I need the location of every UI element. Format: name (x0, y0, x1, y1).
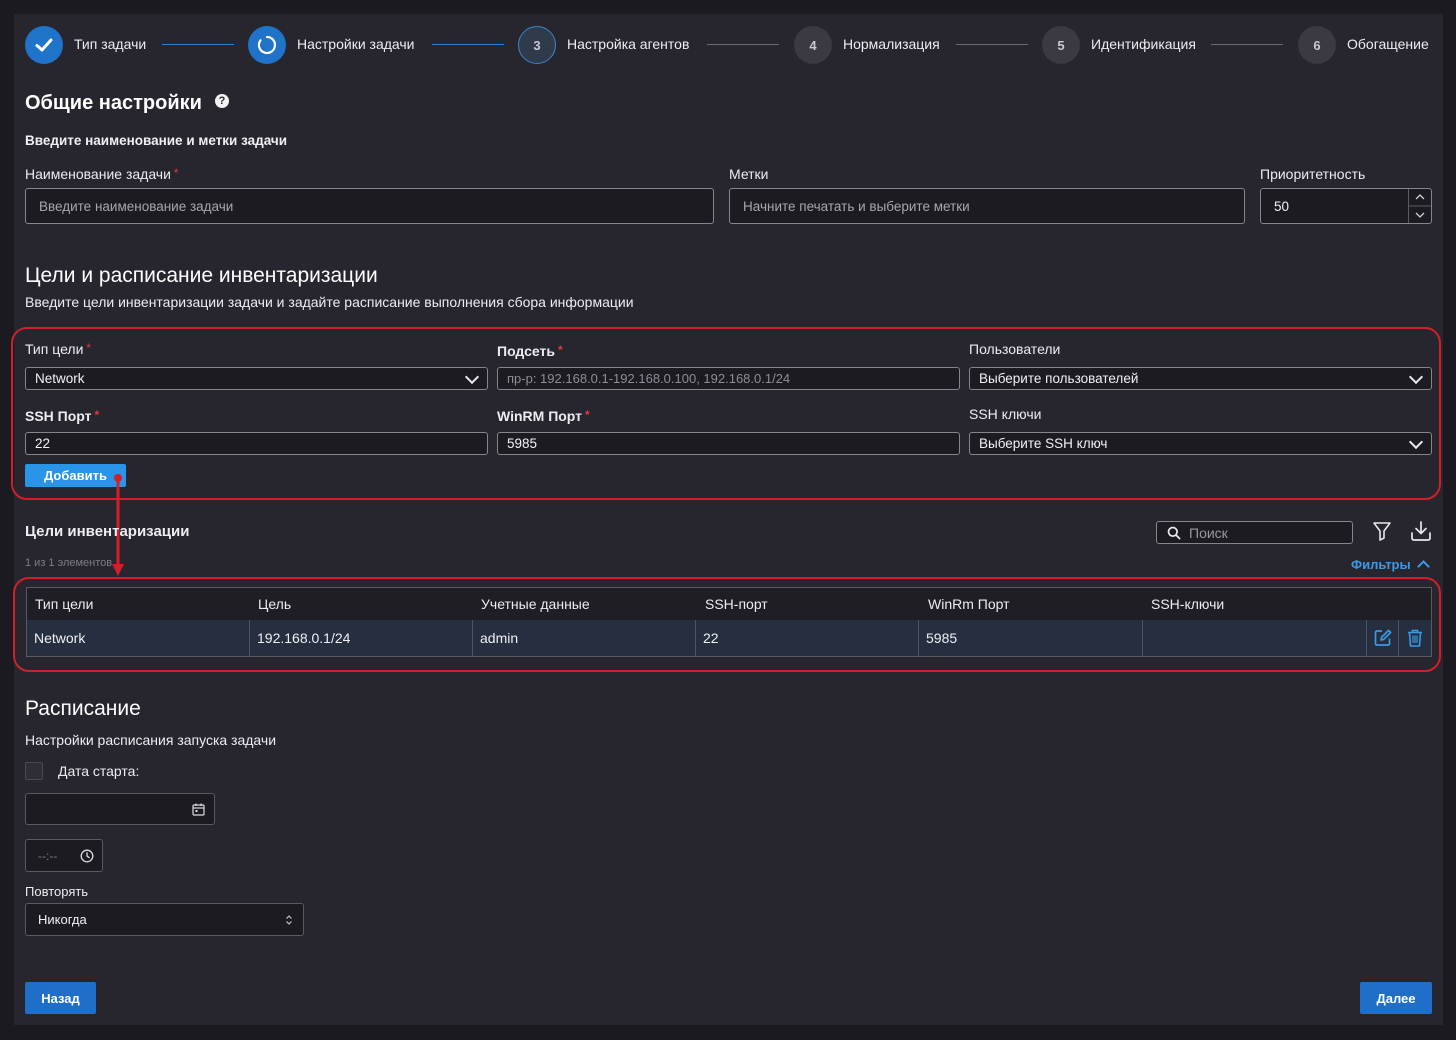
items-count: 1 из 1 элементов (25, 557, 113, 569)
priority-label: Приоритетность (1260, 166, 1366, 182)
step-4-label[interactable]: Нормализация (843, 36, 940, 52)
table-cell: admin (473, 620, 696, 656)
column-header[interactable]: Цель (258, 596, 291, 612)
step-2-spinner-icon[interactable] (248, 26, 286, 64)
spin-arrows-icon[interactable] (1409, 189, 1431, 223)
repeat-label: Повторять (25, 884, 89, 899)
select-arrows-icon (286, 915, 292, 925)
schedule-title: Расписание (25, 697, 141, 720)
ssh-keys-select[interactable]: Выберите SSH ключ (969, 432, 1432, 455)
winrm-port-label: WinRM Порт * (497, 408, 590, 424)
column-header[interactable]: SSH-порт (705, 596, 768, 612)
download-icon[interactable] (1409, 519, 1433, 543)
column-header[interactable]: Тип цели (35, 596, 93, 612)
table-row[interactable]: Network 192.168.0.1/24 admin 22 5985 (27, 620, 1431, 656)
column-header[interactable]: Учетные данные (481, 596, 590, 612)
priority-spin-buttons[interactable] (1408, 189, 1431, 223)
chevron-up-icon (1416, 560, 1430, 573)
general-settings-subtitle: Введите наименование и метки задачи (25, 133, 288, 148)
ssh-keys-value: Выберите SSH ключ (979, 436, 1108, 451)
clock-icon[interactable] (80, 849, 94, 863)
next-button[interactable]: Далее (1360, 982, 1432, 1014)
column-header[interactable]: WinRm Порт (928, 596, 1010, 612)
search-input[interactable]: Поиск (1156, 521, 1353, 544)
step-3-label[interactable]: Настройка агентов (567, 36, 689, 52)
table-cell: 22 (696, 620, 919, 656)
chevron-down-icon (1408, 369, 1424, 384)
search-placeholder: Поиск (1189, 524, 1228, 541)
subnet-input[interactable]: пр-р: 192.168.0.1-192.168.0.100, 192.168… (497, 367, 960, 390)
tags-label: Метки (729, 166, 769, 182)
step-6-number[interactable]: 6 (1298, 26, 1336, 64)
users-value: Выберите пользователей (979, 371, 1139, 386)
users-label: Пользователи (969, 341, 1061, 357)
filters-label: Фильтры (1351, 557, 1411, 572)
step-connector (956, 44, 1028, 45)
filters-toggle[interactable]: Фильтры (1351, 557, 1430, 573)
priority-stepper[interactable]: 50 (1260, 188, 1432, 224)
ssh-port-input[interactable]: 22 (25, 432, 488, 455)
delete-action[interactable] (1399, 620, 1431, 656)
step-connector (707, 44, 779, 45)
help-icon[interactable]: ? (215, 94, 229, 108)
inventory-table: Тип цели Цель Учетные данные SSH-порт Wi… (26, 587, 1432, 657)
priority-value: 50 (1274, 198, 1290, 214)
step-4-number[interactable]: 4 (794, 26, 832, 64)
users-select[interactable]: Выберите пользователей (969, 367, 1432, 390)
step-5-label[interactable]: Идентификация (1091, 36, 1196, 52)
winrm-port-input[interactable]: 5985 (497, 432, 960, 455)
repeat-select[interactable]: Никогда (25, 903, 304, 936)
start-time-input[interactable]: --:-- (25, 839, 103, 872)
calendar-icon[interactable] (192, 803, 205, 816)
step-6-label[interactable]: Обогащение (1347, 36, 1429, 52)
back-button[interactable]: Назад (25, 982, 96, 1014)
step-2-label[interactable]: Настройки задачи (297, 36, 415, 52)
start-date-label: Дата старта: (58, 763, 140, 779)
inventory-targets-title: Цели инвентаризации (25, 523, 190, 540)
table-cell: 5985 (919, 620, 1143, 656)
ssh-keys-label: SSH ключи (969, 406, 1042, 422)
ssh-port-label: SSH Порт * (25, 408, 100, 424)
step-3-number[interactable]: 3 (518, 26, 556, 64)
start-date-input[interactable] (25, 793, 215, 825)
time-placeholder: --:-- (38, 848, 58, 863)
target-type-value: Network (35, 371, 85, 386)
general-settings-title: Общие настройки (25, 92, 202, 114)
column-header[interactable]: SSH-ключи (1151, 596, 1224, 612)
chevron-down-icon (464, 369, 480, 384)
targets-section-title: Цели и расписание инвентаризации (25, 264, 378, 287)
subnet-label: Подсеть * (497, 343, 563, 359)
table-cell: 192.168.0.1/24 (250, 620, 473, 656)
start-date-checkbox[interactable] (25, 762, 43, 780)
table-cell (1143, 620, 1367, 656)
step-1-label[interactable]: Тип задачи (74, 36, 146, 52)
table-cell: Network (27, 620, 250, 656)
step-connector (162, 44, 234, 45)
schedule-subtitle: Настройки расписания запуска задачи (25, 732, 277, 748)
step-5-number[interactable]: 5 (1042, 26, 1080, 64)
table-header: Тип цели Цель Учетные данные SSH-порт Wi… (27, 588, 1431, 620)
tags-input[interactable]: Начните печатать и выберите метки (729, 188, 1245, 224)
step-connector (432, 44, 504, 45)
task-name-input[interactable]: Введите наименование задачи (25, 188, 714, 224)
trash-icon[interactable] (1406, 628, 1424, 648)
filter-icon[interactable] (1371, 520, 1393, 542)
step-connector (1211, 44, 1283, 45)
repeat-value: Никогда (38, 912, 87, 927)
step-1-check-icon[interactable] (25, 26, 63, 64)
task-name-label: Наименование задачи * (25, 166, 179, 182)
edit-action[interactable] (1367, 620, 1399, 656)
target-type-label: Тип цели * (25, 341, 92, 357)
target-type-select[interactable]: Network (25, 367, 488, 390)
targets-section-subtitle: Введите цели инвентаризации задачи и зад… (25, 294, 634, 310)
edit-icon[interactable] (1373, 628, 1393, 648)
highlight-frame-form (11, 327, 1441, 500)
search-icon (1167, 526, 1181, 540)
chevron-down-icon (1408, 434, 1424, 449)
